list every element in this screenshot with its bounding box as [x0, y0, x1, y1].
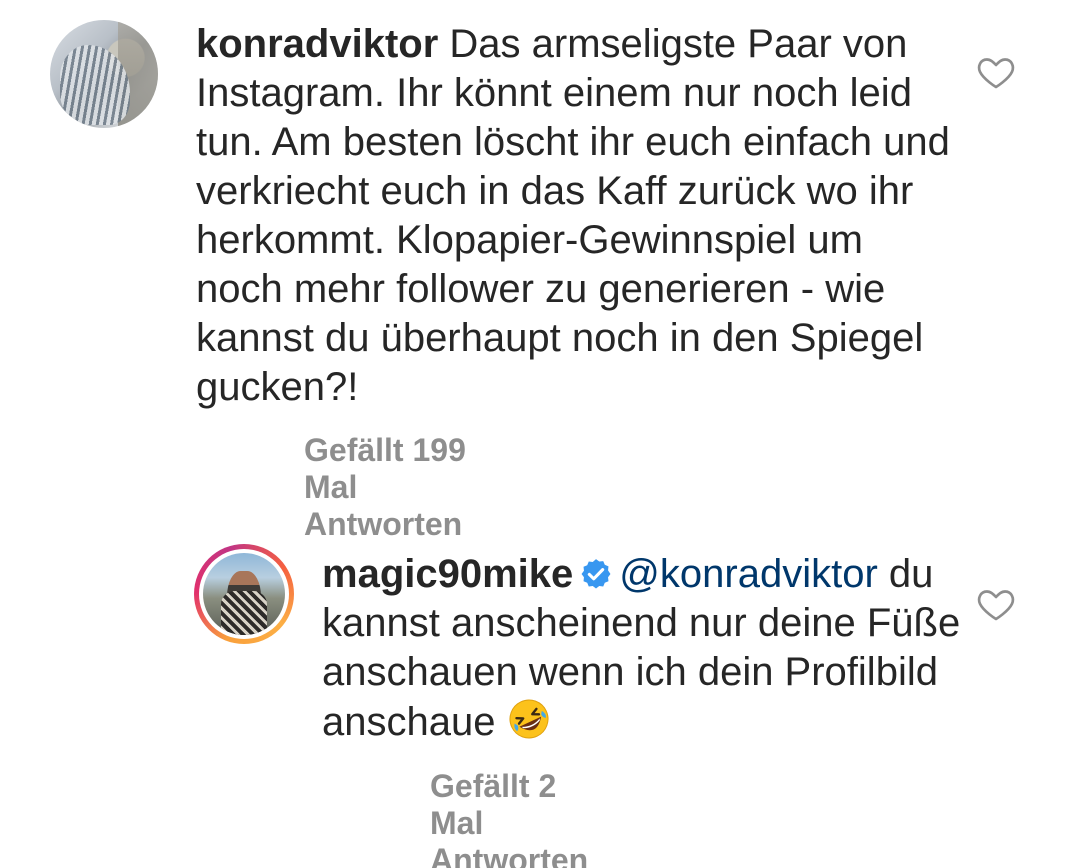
- heart-outline-icon[interactable]: [976, 584, 1016, 624]
- comment-username[interactable]: konradviktor: [196, 22, 438, 66]
- comment-mention[interactable]: @konradviktor: [619, 552, 877, 596]
- comment-text: Das armseligste Paar von Instagram. Ihr …: [196, 22, 950, 409]
- avatar[interactable]: [50, 20, 158, 128]
- story-ring[interactable]: [194, 544, 294, 644]
- comment-meta: Gefällt 2 Mal Antworten: [430, 768, 648, 868]
- reply-button[interactable]: Antworten: [304, 506, 462, 542]
- avatar[interactable]: [203, 553, 285, 635]
- like-count[interactable]: Gefällt 199 Mal: [304, 432, 466, 505]
- reply-button[interactable]: Antworten: [430, 842, 588, 868]
- avatar-shirt: [221, 591, 267, 635]
- like-count[interactable]: Gefällt 2 Mal: [430, 768, 556, 841]
- comment-body: konradviktor Das armseligste Paar von In…: [196, 20, 956, 412]
- rolling-on-floor-laughing-emoji: [509, 699, 549, 739]
- comment-body: magic90mike @konradviktor du kannst ansc…: [322, 550, 962, 747]
- comment-username[interactable]: magic90mike: [322, 552, 573, 596]
- verified-badge-icon: [581, 559, 611, 589]
- comment-thread: konradviktor Das armseligste Paar von In…: [0, 0, 1080, 868]
- comment-meta: Gefällt 199 Mal Antworten: [304, 432, 522, 543]
- heart-outline-icon[interactable]: [976, 52, 1016, 92]
